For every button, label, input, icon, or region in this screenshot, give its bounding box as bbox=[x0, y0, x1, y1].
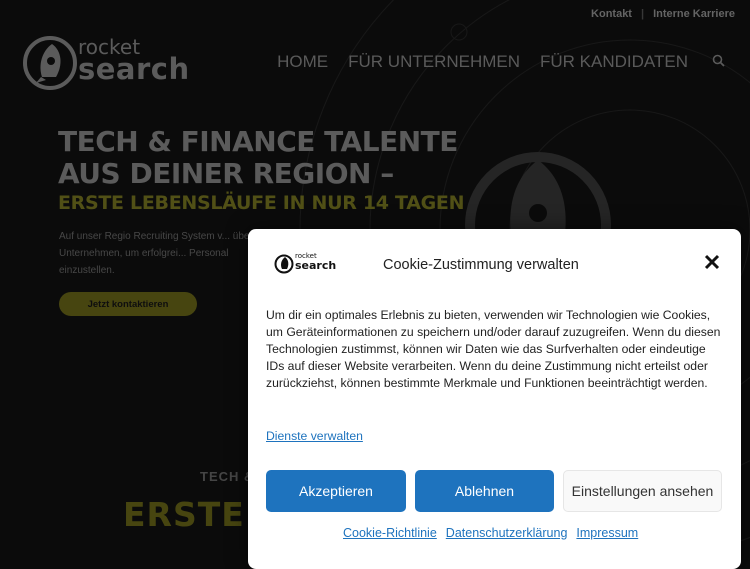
cookie-dialog-logo: rocket search bbox=[274, 253, 336, 275]
manage-services-link[interactable]: Dienste verwalten bbox=[266, 429, 363, 443]
dialog-logo-line-2: search bbox=[295, 259, 337, 272]
privacy-policy-link[interactable]: Datenschutzerklärung bbox=[446, 526, 568, 540]
cookie-dialog-text: Um dir ein optimales Erlebnis zu bieten,… bbox=[266, 308, 721, 390]
close-icon[interactable] bbox=[703, 253, 721, 271]
cookie-consent-dialog: rocket search Cookie-Zustimmung verwalte… bbox=[248, 229, 741, 569]
deny-button[interactable]: Ablehnen bbox=[415, 470, 554, 512]
imprint-link[interactable]: Impressum bbox=[576, 526, 638, 540]
cookie-dialog-footer-links: Cookie-Richtlinie Datenschutzerklärung I… bbox=[343, 526, 638, 540]
cookie-dialog-title: Cookie-Zustimmung verwalten bbox=[383, 257, 579, 273]
view-settings-button[interactable]: Einstellungen ansehen bbox=[563, 470, 722, 512]
cookie-policy-link[interactable]: Cookie-Richtlinie bbox=[343, 526, 437, 540]
accept-button[interactable]: Akzeptieren bbox=[266, 470, 406, 512]
